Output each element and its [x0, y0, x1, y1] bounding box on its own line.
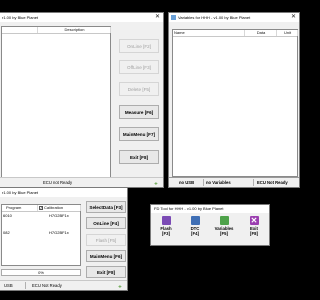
status-bar: USB ECU Not Ready ✚ — [0, 280, 127, 290]
calibration-checkbox[interactable]: ✓ — [39, 206, 43, 210]
app-icon — [171, 15, 176, 20]
status-usb: USB — [4, 283, 13, 288]
progress-text: 0% — [38, 270, 44, 275]
status-ecu: ECU Not Ready — [257, 180, 288, 185]
calibration-list[interactable]: Program Calibration ✓ 6010 H7G2BF1x 082 … — [1, 204, 81, 266]
offline-button[interactable]: OffLine [F3] — [119, 60, 159, 74]
window-variables: Variables for HHH - v1.00 by Blue Planet… — [168, 12, 300, 188]
column-header-description[interactable]: Description — [38, 27, 111, 33]
close-icon[interactable]: ✕ — [288, 13, 299, 22]
delete-button[interactable]: Delete [F5] — [119, 82, 159, 96]
status-ecu: ECU Not Ready — [32, 283, 62, 288]
column-header-name[interactable]: Name — [173, 30, 245, 36]
variables-list[interactable]: Description — [1, 26, 111, 178]
mainmenu-button[interactable]: MainMenu [F7] — [119, 127, 159, 141]
variables-icon — [219, 216, 229, 225]
program-cell: 6010 — [3, 213, 12, 218]
dtc-icon — [190, 216, 200, 225]
window-measure-title: r1.00 by Blue Planet — [0, 13, 163, 22]
dtc-tool-button[interactable]: DTC [F4] — [184, 216, 206, 236]
dtc-tool-key: [F4] — [191, 231, 199, 236]
status-ok-icon: ✚ — [154, 181, 158, 186]
calibration-cell: H7G2BF1x — [49, 230, 69, 235]
window-flash: r1.00 by Blue Planet Program Calibration… — [0, 187, 128, 291]
window-fdtool-title: FD Tool for HHH - v1.00 by Blue Planet — [151, 205, 269, 213]
status-bar: ECU not Ready ✚ — [0, 177, 163, 187]
exit-tool-key: [F8] — [250, 231, 258, 236]
column-header-data[interactable]: Data — [245, 30, 277, 36]
table-header: Name Data Unit — [173, 30, 298, 37]
online-button[interactable]: OnLine [F4] — [86, 217, 126, 229]
column-header-calibration[interactable]: Calibration — [38, 205, 81, 211]
status-usb: no USB — [179, 180, 195, 185]
table-row[interactable]: 6010 H7G2BF1x — [2, 212, 80, 220]
flash-icon — [161, 216, 171, 225]
status-ok-icon: ✚ — [118, 284, 122, 289]
variables-tool-key: [F5] — [220, 231, 228, 236]
column-header-program[interactable]: Program — [2, 205, 38, 211]
exit-icon: ✕ — [249, 216, 259, 225]
column-header-unit[interactable]: Unit — [277, 30, 298, 36]
variables-tool-button[interactable]: Variables [F5] — [213, 216, 235, 236]
window-fdtool: FD Tool for HHH - v1.00 by Blue Planet F… — [150, 204, 270, 246]
exit-button[interactable]: Exit [F8] — [119, 150, 159, 164]
window-variables-title: Variables for HHH - v1.00 by Blue Planet — [169, 13, 299, 22]
flash-tool-button[interactable]: Flash [F3] — [155, 216, 177, 236]
calibration-cell: H7G2BF1x — [49, 213, 69, 218]
close-icon[interactable]: ✕ — [152, 13, 163, 22]
window-measure: r1.00 by Blue Planet ✕ Description OnLin… — [0, 12, 164, 188]
selectdata-button[interactable]: SelectData [F3] — [86, 201, 126, 213]
variables-table[interactable]: Name Data Unit — [172, 29, 298, 177]
flash-button[interactable]: Flash [F5] — [86, 234, 126, 246]
progress-bar: 0% — [1, 269, 81, 276]
program-cell: 082 — [3, 230, 10, 235]
exit-button[interactable]: Exit [F8] — [86, 266, 126, 278]
window-flash-title: r1.00 by Blue Planet — [0, 188, 127, 197]
status-ecu: ECU not Ready — [43, 180, 73, 185]
status-bar: no USB no Variables ECU Not Ready — [169, 177, 299, 187]
list-header: Description — [2, 27, 111, 34]
table-row[interactable]: 082 H7G2BF1x — [2, 229, 80, 237]
online-button[interactable]: OnLine [F2] — [119, 39, 159, 53]
measure-button[interactable]: Measure [F6] — [119, 105, 159, 119]
flash-tool-key: [F3] — [162, 231, 170, 236]
column-header-name[interactable] — [2, 27, 38, 33]
exit-tool-button[interactable]: ✕ Exit [F8] — [243, 216, 265, 236]
mainmenu-button[interactable]: MainMenu [F6] — [86, 250, 126, 262]
status-variables: no Variables — [206, 180, 231, 185]
